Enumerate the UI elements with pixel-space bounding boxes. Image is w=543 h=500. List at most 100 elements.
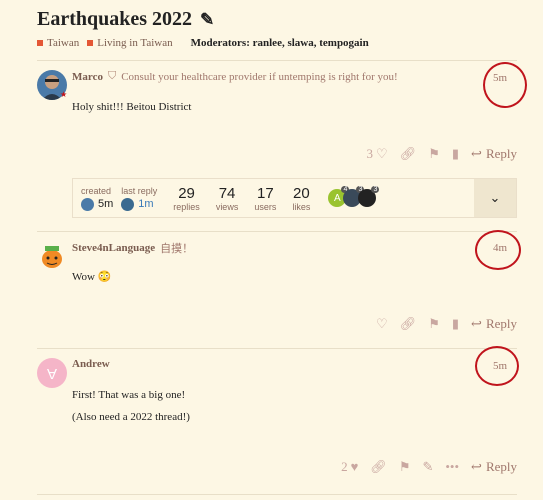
chevron-down-icon: ⌄	[489, 190, 501, 205]
moderators-list: Moderators: ranlee, slawa, tempogain	[190, 37, 369, 49]
topic-title[interactable]: Earthquakes 2022	[37, 8, 192, 31]
topic-map: created 5m last reply 1m 29 replies 74 v…	[72, 178, 517, 218]
created-label: created	[81, 185, 112, 196]
created-block: created 5m	[73, 186, 113, 211]
last-reply-label: last reply	[121, 185, 158, 196]
link-icon[interactable]: 🔗︎	[400, 316, 417, 332]
participants: A 4 3 3	[328, 186, 380, 207]
reply-label: Reply	[485, 459, 517, 474]
post-actions: 3 ♡ 🔗︎ ⚑ ▮ ↩ Reply	[367, 146, 517, 162]
topic-map-toggle[interactable]: ⌄	[474, 179, 516, 217]
post-paragraph: First! That was a big one!	[72, 389, 186, 401]
stat-value: 20	[293, 184, 310, 202]
avatar-letter: A	[46, 364, 57, 382]
post-marco: ★ Marco ⛉ Consult your healthcare provid…	[37, 62, 527, 176]
stat-users: 17 users	[254, 185, 276, 212]
created-value[interactable]: 5m	[81, 197, 114, 211]
stat-label: likes	[292, 201, 311, 212]
avatar[interactable]: A	[37, 358, 67, 388]
post-paragraph: Wow 😳	[72, 271, 112, 283]
post-divider	[37, 494, 517, 495]
category-color-swatch	[87, 40, 94, 46]
username[interactable]: Steve4nLanguage	[72, 242, 155, 254]
category-badge-living-in-taiwan[interactable]: Living in Taiwan	[87, 37, 173, 49]
stat-replies: 29 replies	[173, 185, 200, 212]
stat-label: views	[215, 201, 239, 212]
created-time: 5m	[98, 198, 114, 210]
reply-label: Reply	[485, 146, 517, 161]
topic-meta: Taiwan Living in Taiwan Moderators: ranl…	[37, 37, 533, 49]
like-count: 2	[341, 459, 348, 474]
last-reply-time: 1m	[138, 198, 154, 210]
red-annotation-circle	[475, 346, 519, 386]
post-actions: ♡ 🔗︎ ⚑ ▮ ↩ Reply	[376, 316, 517, 332]
poster-info: Andrew	[72, 358, 110, 370]
post-body: Holy shit!!! Beitou District	[72, 100, 191, 115]
username[interactable]: Andrew	[72, 358, 110, 370]
flag-icon[interactable]: ⚑	[428, 146, 440, 162]
red-annotation-circle	[483, 62, 527, 108]
stat-value: 74	[218, 184, 236, 202]
reply-icon: ↩	[471, 146, 482, 161]
stat-likes: 20 likes	[292, 185, 310, 212]
reply-button[interactable]: ↩ Reply	[471, 316, 517, 332]
pencil-icon[interactable]: ✎	[422, 459, 433, 475]
bookmark-icon[interactable]: ▮	[452, 316, 459, 332]
poster-info: Steve4nLanguage 自摸！	[72, 240, 193, 256]
stat-label: users	[254, 201, 277, 212]
reply-icon: ↩	[471, 459, 482, 474]
avatar	[81, 197, 94, 211]
link-icon[interactable]: 🔗︎	[400, 146, 417, 162]
avatar[interactable]	[37, 240, 67, 270]
post-paragraph: (Also need a 2022 thread!)	[72, 411, 190, 424]
reply-button[interactable]: ↩ Reply	[471, 459, 517, 475]
heart-icon: ♡	[376, 146, 388, 161]
flag-icon[interactable]: ⚑	[428, 316, 440, 332]
post-steve4nlanguage: Steve4nLanguage 自摸！ 4m Wow 😳 ♡ 🔗︎ ⚑ ▮ ↩ …	[37, 230, 521, 344]
user-title: 自摸！	[160, 243, 194, 255]
like-button[interactable]: 2 ♥	[341, 459, 358, 475]
post-divider	[37, 60, 517, 61]
participant-avatar[interactable]: 3	[358, 186, 380, 207]
heart-icon: ♥	[350, 459, 359, 474]
post-body: Wow 😳	[72, 270, 111, 285]
heart-icon: ♡	[376, 316, 388, 331]
topic-title-row: Earthquakes 2022 ✎	[37, 8, 533, 31]
reply-label: Reply	[485, 316, 517, 331]
pencil-icon[interactable]: ✎	[200, 10, 214, 30]
star-icon: ★	[60, 90, 68, 99]
participant-count: 3	[371, 186, 380, 193]
more-options-icon[interactable]: •••	[445, 459, 459, 475]
stat-value: 29	[178, 184, 195, 202]
category-color-swatch	[37, 40, 43, 46]
avatar	[121, 197, 135, 211]
post-body: First! That was a big one! (Also need a …	[72, 388, 190, 426]
bookmark-icon[interactable]: ▮	[452, 146, 459, 162]
like-button[interactable]: 3 ♡	[367, 146, 388, 162]
user-title: Consult your healthcare provider if unte…	[121, 70, 398, 83]
last-reply-value[interactable]: 1m	[121, 197, 154, 211]
post-actions: 2 ♥ 🔗︎ ⚑ ✎ ••• ↩ Reply	[341, 459, 517, 475]
reply-button[interactable]: ↩ Reply	[471, 146, 517, 162]
last-reply-block: last reply 1m	[113, 186, 157, 211]
category-badge-taiwan[interactable]: Taiwan	[37, 37, 79, 49]
category-label: Taiwan	[47, 37, 80, 49]
username[interactable]: Marco	[72, 71, 103, 83]
like-count: 3	[366, 146, 374, 161]
flag-icon[interactable]: ⚑	[399, 459, 411, 475]
stat-value: 17	[256, 184, 274, 202]
stat-views: 74 views	[216, 185, 239, 212]
post-divider	[37, 348, 517, 349]
poster-info: Marco ⛉ Consult your healthcare provider…	[72, 70, 398, 83]
shield-icon: ⛉	[107, 70, 117, 82]
topic-header: Earthquakes 2022 ✎ Taiwan Living in Taiw…	[37, 8, 533, 49]
post-paragraph: Holy shit!!! Beitou District	[72, 101, 192, 113]
stat-label: replies	[173, 201, 200, 212]
red-annotation-circle	[475, 230, 521, 270]
post-andrew: A Andrew 5m First! That was a big one! (…	[37, 346, 519, 494]
link-icon[interactable]: 🔗︎	[370, 459, 387, 475]
like-button[interactable]: ♡	[376, 316, 388, 332]
category-label: Living in Taiwan	[97, 37, 173, 49]
reply-icon: ↩	[471, 316, 482, 331]
post-divider	[37, 231, 517, 232]
